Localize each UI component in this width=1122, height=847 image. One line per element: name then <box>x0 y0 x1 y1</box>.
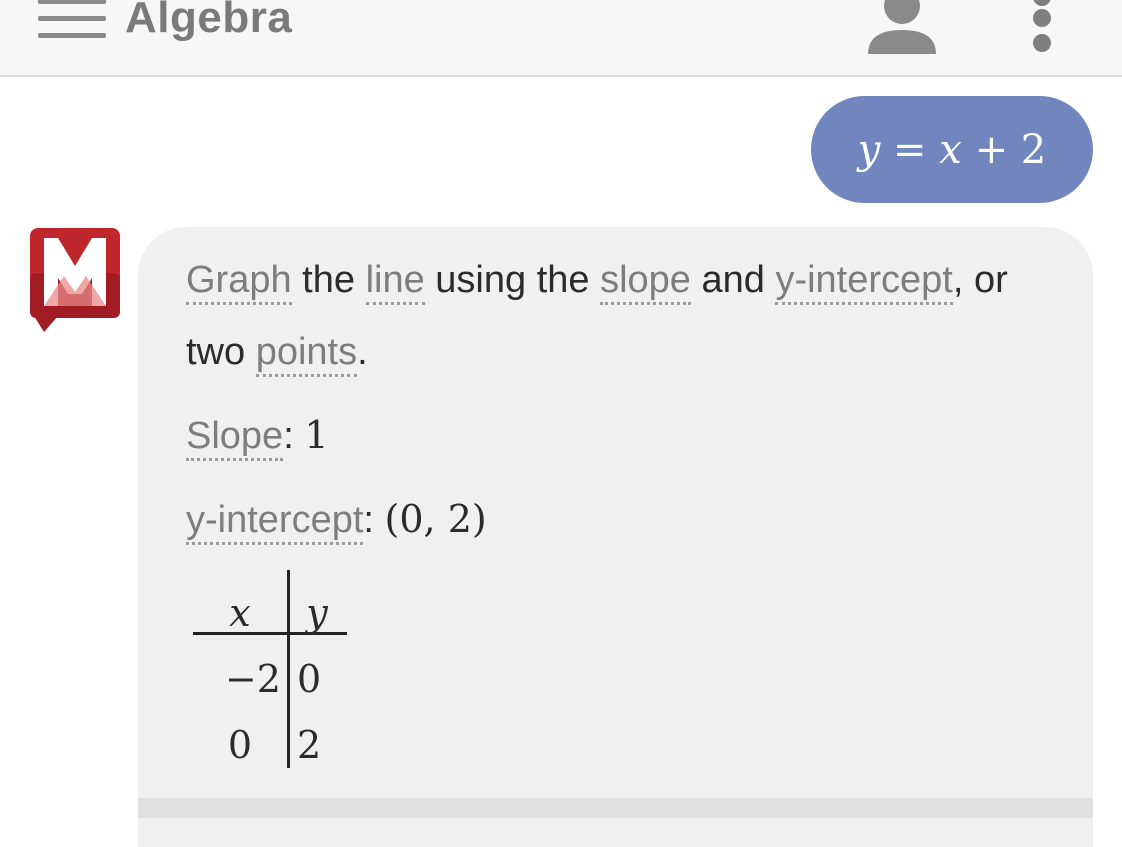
top-app-bar: Algebra <box>0 0 1122 77</box>
slope-line: Slope: 1 <box>186 412 329 461</box>
term-points[interactable]: points <box>255 331 358 377</box>
intercept-line: y-intercept: (0, 2) <box>186 496 487 545</box>
table-cell: 0 <box>227 723 253 767</box>
text-and: and <box>690 259 776 301</box>
term-graph[interactable]: Graph <box>186 259 292 305</box>
text-using-the: using the <box>424 259 601 301</box>
table-header-y: y <box>306 591 328 635</box>
term-slope[interactable]: slope <box>600 259 691 305</box>
text-or: , or <box>952 259 1008 301</box>
intercept-sep: : <box>363 499 385 541</box>
intercept-value: (0, 2) <box>384 497 487 541</box>
text-the: the <box>291 259 366 301</box>
text-two: two <box>186 331 256 373</box>
table-cell: −2 <box>224 657 281 701</box>
answer-line-1: Graph the line using the slope and y-int… <box>186 257 1008 305</box>
table-header-x: x <box>229 591 251 635</box>
mathway-logo-icon <box>30 228 122 332</box>
term-line[interactable]: line <box>365 259 425 305</box>
slope-label[interactable]: Slope <box>186 415 284 461</box>
table-divider-vertical <box>287 570 290 768</box>
intercept-label[interactable]: y-intercept <box>186 499 364 545</box>
table-cell: 0 <box>297 657 322 701</box>
answer-bubble-footer <box>138 798 1093 818</box>
text-period: . <box>357 331 368 373</box>
table-cell: 2 <box>297 723 322 767</box>
equation-rest: + 2 <box>961 126 1047 173</box>
app-title: Algebra <box>125 0 293 42</box>
slope-value: 1 <box>304 413 329 457</box>
answer-line-2: two points. <box>186 329 368 377</box>
term-y-intercept[interactable]: y-intercept <box>775 259 953 305</box>
menu-icon[interactable] <box>38 0 106 40</box>
slope-sep: : <box>283 415 305 457</box>
more-vert-icon[interactable] <box>1030 0 1054 54</box>
account-icon[interactable] <box>866 0 938 54</box>
user-message-bubble[interactable]: y = x + 2 <box>811 96 1093 203</box>
xy-table: x y −2 0 0 2 <box>193 570 353 770</box>
equation-equals: = <box>880 126 940 173</box>
equation-x: x <box>939 126 962 173</box>
equation-lhs: y <box>857 126 881 173</box>
